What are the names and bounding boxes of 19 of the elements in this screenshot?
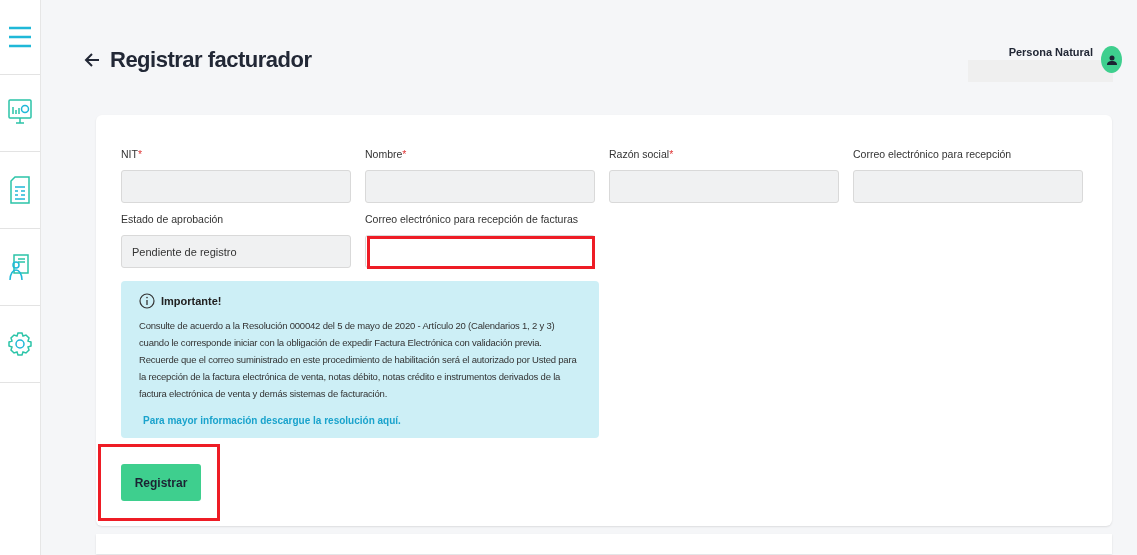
field-label: Correo electrónico para recepción de facturas: [365, 213, 580, 227]
field-label: Nombre*: [365, 148, 408, 162]
user-avatar-icon[interactable]: [1101, 46, 1122, 73]
register-button[interactable]: Registrar: [121, 464, 201, 501]
notice-title: Importante!: [161, 295, 222, 307]
back-arrow-icon[interactable]: [84, 53, 100, 67]
field-label: NIT*: [121, 148, 143, 162]
user-name: Persona Natural: [1008, 46, 1093, 58]
page-title: Registrar facturador: [110, 47, 312, 73]
info-icon: [139, 293, 155, 309]
monitor-chart-icon[interactable]: [8, 99, 32, 127]
field-label: Estado de aprobación: [121, 213, 225, 227]
document-icon[interactable]: [10, 176, 30, 204]
field-label: Correo electrónico para recepción: [853, 148, 1013, 162]
settings-icon[interactable]: [8, 331, 32, 357]
menu-icon[interactable]: [8, 25, 32, 49]
person-board-icon[interactable]: [8, 253, 32, 281]
field-label: Razón social*: [609, 148, 675, 162]
notice-text: Consulte de acuerdo a la Resolución 000042 del 5 de mayo de 2020 - Artículo 20 (Calendarios 1, 2 y 3) cuando le corresponde iniciar con la obligación de expedir Factura Electrónica con validación previa. Recuerde que el correo suministrado en este procedimiento de habilitación será el autorizado por Usted para la recepción de la factura electrónica de venta, notas débito, notas crédito e instrumentos derivados de la factura electrónica de venta y demás sistemas de facturación.: [139, 319, 578, 401]
